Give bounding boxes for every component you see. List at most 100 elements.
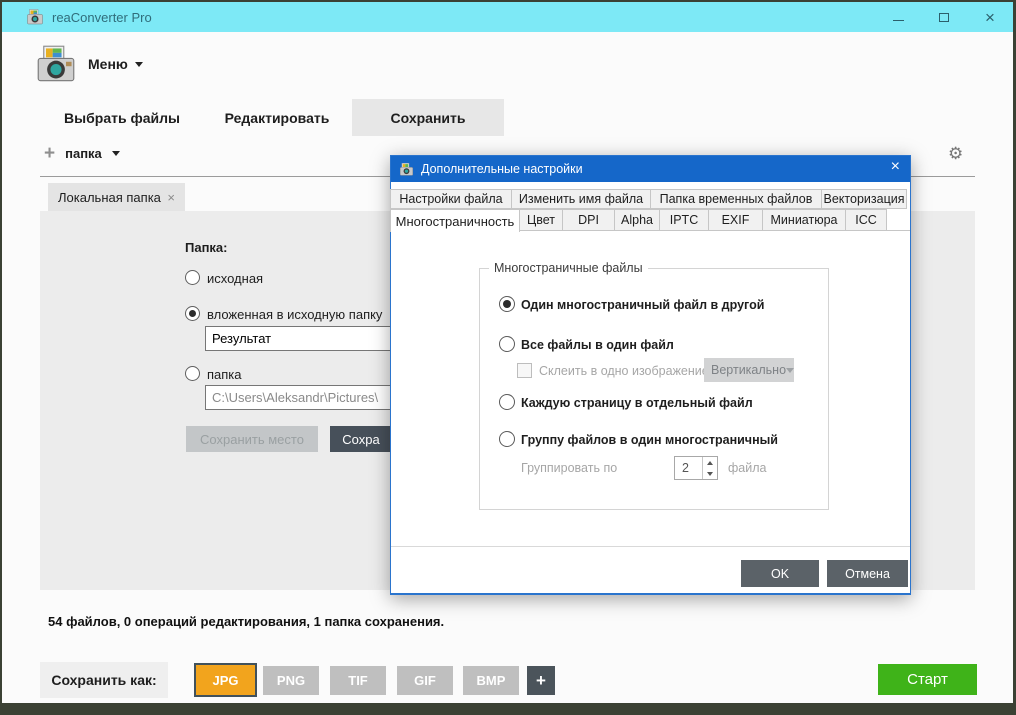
tab-edit[interactable]: Редактировать (212, 99, 342, 136)
save-as-label: Сохранить как: (40, 662, 168, 698)
radio-all-files-in-one[interactable] (499, 336, 515, 352)
radio-group-files-label: Группу файлов в один многостраничный (521, 433, 778, 447)
maximize-icon (939, 13, 949, 22)
radio-source-folder-label: исходная (207, 271, 263, 286)
radio-one-multipage-to-other[interactable] (499, 296, 515, 312)
radio-all-files-in-one-label: Все файлы в один файл (521, 338, 674, 352)
menu-button[interactable]: Меню (88, 56, 143, 72)
format-png-label: PNG (277, 673, 305, 688)
add-folder-label: папка (65, 146, 102, 161)
spinner-up-icon (707, 461, 713, 465)
dialog-titlebar[interactable]: Дополнительные настройки × (391, 156, 910, 182)
tab-close-icon[interactable]: × (167, 190, 175, 205)
dialog-tab-dpi[interactable]: DPI (562, 209, 615, 231)
format-tif-button[interactable]: TIF (330, 666, 386, 695)
tab-select-files[interactable]: Выбрать файлы (55, 99, 189, 136)
merge-image-checkbox[interactable] (517, 363, 532, 378)
close-icon: × (985, 9, 995, 26)
window-titlebar: reaConverter Pro × (2, 2, 1013, 32)
group-by-suffix: файла (728, 461, 766, 475)
dialog-tab-thumbnail[interactable]: Миниатюра (762, 209, 846, 231)
spinner-down-button[interactable] (703, 468, 717, 479)
folder-section-label: Папка: (185, 240, 228, 255)
dialog-tab-label: Изменить имя файла (519, 192, 643, 206)
start-button[interactable]: Старт (878, 664, 977, 695)
format-tif-label: TIF (348, 673, 368, 688)
dialog-tab-color[interactable]: Цвет (519, 209, 563, 231)
chevron-down-icon (786, 368, 794, 373)
chevron-down-icon (112, 151, 120, 156)
radio-group-files[interactable] (499, 431, 515, 447)
status-line: 54 файлов, 0 операций редактирования, 1 … (48, 614, 444, 629)
window-title: reaConverter Pro (52, 10, 152, 25)
plus-icon: + (536, 671, 546, 691)
save-place-label: Сохранить место (200, 432, 304, 447)
tab-local-folder-label: Локальная папка (58, 190, 161, 205)
radio-nested-folder[interactable] (185, 306, 200, 321)
radio-each-page-separate[interactable] (499, 394, 515, 410)
dialog-title: Дополнительные настройки (421, 162, 583, 176)
spinner-up-button[interactable] (703, 457, 717, 468)
maximize-button[interactable] (921, 2, 967, 32)
dialog-tab-label: DPI (578, 213, 599, 227)
format-bmp-button[interactable]: BMP (463, 666, 519, 695)
cancel-button-label: Отмена (845, 567, 890, 581)
ok-button-label: OK (771, 567, 789, 581)
dialog-tab-label: ICC (855, 213, 877, 227)
merge-image-checkbox-label: Склеить в одно изображение (539, 364, 709, 378)
dialog-tab-vectorization[interactable]: Векторизация (821, 189, 907, 209)
dialog-tab-file-settings[interactable]: Настройки файла (390, 189, 512, 209)
dialog-tab-label: Миниатюра (771, 213, 838, 227)
dialog-tab-label: EXIF (722, 213, 750, 227)
group-by-label: Группировать по (521, 461, 617, 475)
format-png-button[interactable]: PNG (263, 666, 319, 695)
radio-custom-folder[interactable] (185, 366, 200, 381)
group-count-spinner[interactable]: 2 (674, 456, 718, 480)
dialog-tab-alpha[interactable]: Alpha (614, 209, 660, 231)
dialog-tab-label: Цвет (527, 213, 555, 227)
app-icon (26, 8, 44, 26)
tab-edit-label: Редактировать (225, 110, 330, 126)
dialog-tab-rename[interactable]: Изменить имя файла (511, 189, 651, 209)
radio-nested-folder-label: вложенная в исходную папку (207, 307, 382, 322)
advanced-settings-dialog: Дополнительные настройки × Настройки фай… (390, 155, 911, 595)
merge-direction-select[interactable]: Вертикально (704, 358, 794, 382)
menu-label: Меню (88, 56, 128, 72)
format-bmp-label: BMP (477, 673, 506, 688)
multipage-groupbox-title: Многостраничные файлы (489, 261, 648, 275)
format-jpg-label: JPG (212, 673, 238, 688)
tab-select-files-label: Выбрать файлы (64, 110, 180, 126)
radio-source-folder[interactable] (185, 270, 200, 285)
cancel-button[interactable]: Отмена (827, 560, 908, 587)
add-folder-button[interactable]: + папка (44, 144, 120, 163)
plus-icon: + (44, 144, 55, 163)
gear-icon[interactable]: ⚙ (948, 144, 963, 164)
add-format-button[interactable]: + (527, 666, 555, 695)
dialog-tab-multipage[interactable]: Многостраничность (390, 209, 520, 232)
minimize-button[interactable] (875, 2, 921, 32)
dialog-tab-icc[interactable]: ICC (845, 209, 887, 231)
dialog-tab-label: Настройки файла (399, 192, 502, 206)
dialog-tab-exif[interactable]: EXIF (708, 209, 763, 231)
close-button[interactable]: × (967, 2, 1013, 32)
save-everywhere-button[interactable]: Сохра (330, 426, 392, 452)
radio-custom-folder-label: папка (207, 367, 242, 382)
dialog-tab-label: Векторизация (824, 192, 905, 206)
format-gif-button[interactable]: GIF (397, 666, 453, 695)
format-jpg-button[interactable]: JPG (194, 663, 257, 697)
tab-local-folder[interactable]: Локальная папка × (48, 183, 185, 211)
radio-each-page-separate-label: Каждую страницу в отдельный файл (521, 396, 753, 410)
save-place-button[interactable]: Сохранить место (186, 426, 318, 452)
save-everywhere-label: Сохра (342, 432, 379, 447)
ok-button[interactable]: OK (741, 560, 819, 587)
merge-direction-value: Вертикально (711, 363, 786, 377)
minimize-icon (893, 20, 904, 21)
dialog-close-icon[interactable]: × (891, 158, 900, 176)
dialog-tab-temp-folder[interactable]: Папка временных файлов (650, 189, 822, 209)
spinner-down-icon (707, 472, 713, 476)
dialog-tab-iptc[interactable]: IPTC (659, 209, 709, 231)
tab-save[interactable]: Сохранить (352, 99, 504, 136)
dialog-tab-label: Многостраничность (396, 214, 515, 229)
main-window: reaConverter Pro × Меню Выбрать файлы Ре… (2, 2, 1013, 703)
app-logo-icon[interactable] (36, 44, 76, 84)
